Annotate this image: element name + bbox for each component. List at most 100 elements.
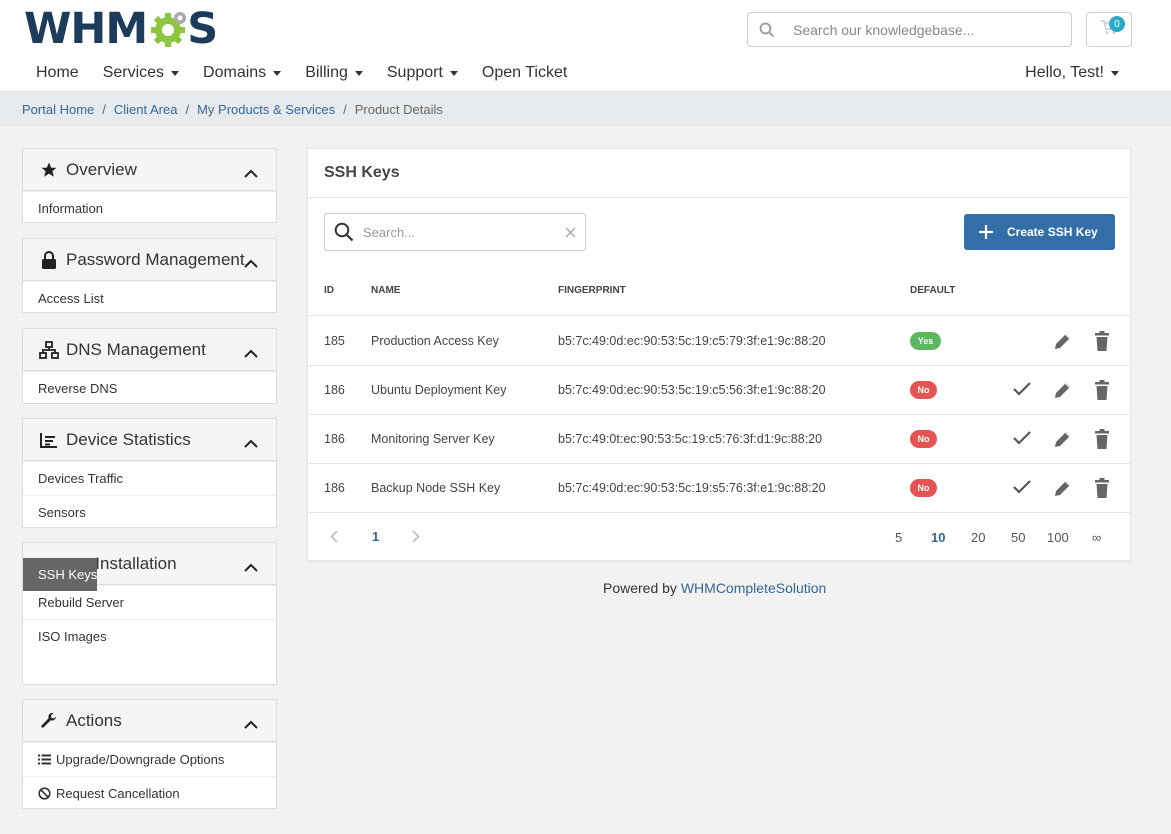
trash-icon[interactable] (1094, 331, 1110, 351)
sidebar-overview-header[interactable]: Overview (23, 149, 276, 191)
caret-down-icon (449, 70, 458, 76)
breadcrumb-current: Product Details (354, 101, 443, 117)
nav-support[interactable]: Support (375, 64, 470, 82)
sidebar-password-management: Password Management Access List (22, 238, 277, 313)
set-default-check-icon[interactable] (1013, 480, 1031, 494)
cart-button[interactable]: 0 (1086, 12, 1132, 47)
column-fingerprint[interactable]: FINGERPRINT (558, 285, 626, 296)
default-badge: No (910, 479, 937, 497)
page-size-5[interactable]: 5 (895, 530, 902, 545)
caret-down-icon (1111, 70, 1119, 76)
breadcrumb: Portal Home / Client Area / My Products … (0, 91, 1171, 126)
table-header: ID NAME FINGERPRINT DEFAULT (308, 269, 1130, 316)
edit-icon[interactable] (1053, 429, 1073, 449)
page-size-50[interactable]: 50 (1011, 530, 1025, 545)
column-default[interactable]: DEFAULT (910, 285, 955, 296)
cell-name: Production Access Key (371, 334, 499, 348)
ban-icon (38, 787, 51, 800)
knowledgebase-search-input[interactable] (786, 21, 1071, 38)
column-name[interactable]: NAME (371, 285, 400, 296)
ssh-keys-panel: SSH Keys Create SSH Key ID NAME FINGERPR… (307, 148, 1131, 561)
search-icon (325, 222, 363, 242)
trash-icon[interactable] (1094, 380, 1110, 400)
breadcrumb-products-services[interactable]: My Products & Services (197, 102, 335, 117)
nav-domains[interactable]: Domains (191, 64, 293, 82)
page-size-all[interactable]: ∞ (1092, 530, 1101, 545)
lock-icon (39, 250, 59, 270)
caret-down-icon (354, 70, 363, 76)
chevron-up-icon[interactable] (244, 714, 258, 734)
sidebar-item-information[interactable]: Information (23, 191, 276, 225)
next-page-icon[interactable] (412, 530, 420, 546)
chevron-up-icon[interactable] (244, 163, 258, 183)
sidebar-stats-header[interactable]: Device Statistics (23, 419, 276, 461)
prev-page-icon[interactable] (330, 530, 338, 546)
sidebar-item-access-list[interactable]: Access List (23, 281, 276, 315)
sidebar-item-ssh-keys[interactable]: SSH Keys (23, 557, 98, 591)
table-search[interactable] (324, 213, 586, 251)
knowledgebase-search[interactable] (747, 12, 1072, 47)
page-size-100[interactable]: 100 (1047, 530, 1069, 545)
sidebar-os-installation: OS Installation Rebuild Server ISO Image… (22, 542, 277, 685)
pagination: 1 5 10 20 50 100 ∞ (308, 513, 1130, 561)
sidebar-item-sensors[interactable]: Sensors (23, 495, 276, 529)
set-default-check-icon[interactable] (1013, 431, 1031, 445)
sidebar-item-reverse-dns[interactable]: Reverse DNS (23, 371, 276, 405)
plus-icon (978, 224, 994, 240)
page-1[interactable]: 1 (372, 529, 379, 544)
cell-id: 186 (324, 432, 345, 446)
chevron-up-icon[interactable] (244, 433, 258, 453)
nav-billing[interactable]: Billing (293, 64, 375, 82)
trash-icon[interactable] (1094, 429, 1110, 449)
sidebar-item-upgrade-downgrade[interactable]: Upgrade/Downgrade Options (23, 742, 276, 776)
cell-id: 186 (324, 383, 345, 397)
breadcrumb-client-area[interactable]: Client Area (114, 102, 178, 117)
page-size-10[interactable]: 10 (931, 530, 945, 545)
clear-icon[interactable] (555, 226, 585, 238)
footer-link[interactable]: WHMCompleteSolution (681, 580, 827, 596)
edit-icon[interactable] (1053, 380, 1073, 400)
cell-id: 185 (324, 334, 345, 348)
edit-icon[interactable] (1053, 478, 1073, 498)
cell-fingerprint: b5:7c:49:0d:ec:90:53:5c:19:s5:76:3f:e1:9… (558, 481, 826, 495)
default-badge: No (910, 381, 937, 399)
sidebar-item-iso-images[interactable]: ISO Images (23, 619, 276, 653)
table-search-input[interactable] (363, 224, 555, 240)
breadcrumb-portal-home[interactable]: Portal Home (22, 102, 94, 117)
default-badge: No (910, 430, 937, 448)
set-default-check-icon[interactable] (1013, 382, 1031, 396)
whmcs-logo[interactable]: WHM S (24, 4, 218, 54)
create-ssh-key-button[interactable]: Create SSH Key (964, 214, 1115, 250)
default-badge: Yes (910, 332, 941, 350)
trash-icon[interactable] (1094, 478, 1110, 498)
list-icon (38, 754, 51, 765)
cell-name: Monitoring Server Key (371, 432, 495, 446)
sidebar-actions-header[interactable]: Actions (23, 700, 276, 742)
sidebar-device-statistics: Device Statistics Devices Traffic Sensor… (22, 418, 277, 528)
table-row: 186 Ubuntu Deployment Key b5:7c:49:0d:ec… (308, 366, 1130, 415)
wrench-icon (39, 711, 59, 731)
cell-fingerprint: b5:7c:49:0d:ec:90:53:5c:19:c5:79:3f:e1:9… (558, 334, 826, 348)
panel-title: SSH Keys (308, 149, 1130, 198)
cell-name: Backup Node SSH Key (371, 481, 501, 495)
nav-services[interactable]: Services (91, 64, 191, 82)
page-size-20[interactable]: 20 (971, 530, 985, 545)
user-menu[interactable]: Hello, Test! (1025, 64, 1119, 82)
edit-icon[interactable] (1053, 331, 1073, 351)
cell-fingerprint: b5:7c:49:0t:ec:90:53:5c:19:c5:76:3f:d1:9… (558, 432, 823, 446)
column-id[interactable]: ID (324, 285, 334, 296)
sidebar-item-devices-traffic[interactable]: Devices Traffic (23, 461, 276, 495)
nav-home[interactable]: Home (24, 64, 91, 82)
sidebar-dns-header[interactable]: DNS Management (23, 329, 276, 371)
nav-open-ticket[interactable]: Open Ticket (470, 64, 579, 82)
chevron-up-icon[interactable] (244, 253, 258, 273)
chevron-up-icon[interactable] (244, 557, 258, 577)
cell-fingerprint: b5:7c:49:0d:ec:90:53:5c:19:c5:56:3f:e1:9… (558, 383, 826, 397)
cell-name: Ubuntu Deployment Key (371, 383, 507, 397)
table-row: 185 Production Access Key b5:7c:49:0d:ec… (308, 317, 1130, 366)
chevron-up-icon[interactable] (244, 343, 258, 363)
sidebar-password-header[interactable]: Password Management (23, 239, 276, 281)
footer: Powered by WHMCompleteSolution (603, 580, 827, 596)
sidebar-dns-management: DNS Management Reverse DNS (22, 328, 277, 404)
sidebar-item-request-cancellation[interactable]: Request Cancellation (23, 776, 276, 810)
